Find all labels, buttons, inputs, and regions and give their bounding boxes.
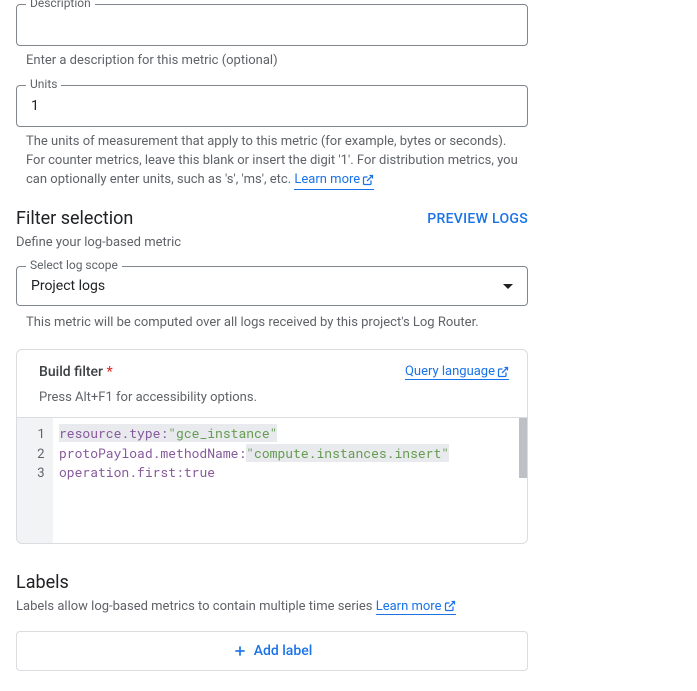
log-scope-helper: This metric will be computed over all lo… bbox=[16, 314, 528, 333]
external-link-icon bbox=[444, 600, 456, 612]
line-numbers: 123 bbox=[17, 418, 53, 543]
code-line-1: resource.type:"gce_instance" bbox=[59, 424, 519, 444]
units-helper: The units of measurement that apply to t… bbox=[16, 133, 528, 191]
plus-icon bbox=[232, 643, 248, 659]
filter-section-desc: Define your log-based metric bbox=[16, 235, 681, 250]
build-filter-header: Build filter * Query language bbox=[17, 350, 527, 390]
external-link-icon bbox=[362, 174, 374, 186]
code-line-2: protoPayload.methodName:"compute.instanc… bbox=[59, 444, 519, 464]
labels-learn-more-link[interactable]: Learn more bbox=[376, 599, 456, 615]
build-filter-title: Build filter * bbox=[39, 364, 113, 380]
log-scope-label: Select log scope bbox=[26, 258, 122, 272]
units-helper-text: The units of measurement that apply to t… bbox=[26, 134, 518, 187]
accessibility-note: Press Alt+F1 for accessibility options. bbox=[17, 390, 527, 417]
description-helper: Enter a description for this metric (opt… bbox=[16, 52, 528, 71]
labels-section: Labels Labels allow log-based metrics to… bbox=[16, 572, 681, 671]
labels-desc: Labels allow log-based metrics to contai… bbox=[16, 599, 681, 615]
filter-section-header: Filter selection PREVIEW LOGS bbox=[16, 208, 528, 229]
description-input[interactable] bbox=[16, 4, 528, 46]
description-label: Description bbox=[26, 0, 95, 10]
code-line-3: operation.first:true bbox=[59, 463, 519, 483]
scrollbar-thumb[interactable] bbox=[519, 418, 527, 478]
preview-logs-link[interactable]: PREVIEW LOGS bbox=[427, 211, 528, 227]
build-filter-card: Build filter * Query language Press Alt+… bbox=[16, 349, 528, 544]
description-field-wrapper: Description bbox=[16, 4, 681, 46]
units-learn-more-link[interactable]: Learn more bbox=[294, 171, 374, 191]
filter-section-title: Filter selection bbox=[16, 208, 133, 229]
log-scope-select[interactable]: Project logs bbox=[16, 266, 528, 306]
code-editor[interactable]: 123 resource.type:"gce_instance" protoPa… bbox=[17, 417, 527, 543]
units-input[interactable] bbox=[16, 85, 528, 127]
scrollbar[interactable] bbox=[519, 418, 527, 543]
add-label-button[interactable]: Add label bbox=[16, 631, 528, 671]
chevron-down-icon bbox=[503, 284, 513, 289]
units-field-wrapper: Units bbox=[16, 85, 681, 127]
log-scope-value: Project logs bbox=[31, 278, 105, 294]
log-scope-select-wrapper: Select log scope Project logs bbox=[16, 266, 528, 306]
labels-title: Labels bbox=[16, 572, 681, 593]
required-indicator: * bbox=[106, 364, 112, 380]
units-label: Units bbox=[26, 77, 61, 91]
query-language-link[interactable]: Query language bbox=[405, 364, 509, 380]
external-link-icon bbox=[497, 366, 509, 378]
code-content[interactable]: resource.type:"gce_instance" protoPayloa… bbox=[53, 418, 527, 543]
